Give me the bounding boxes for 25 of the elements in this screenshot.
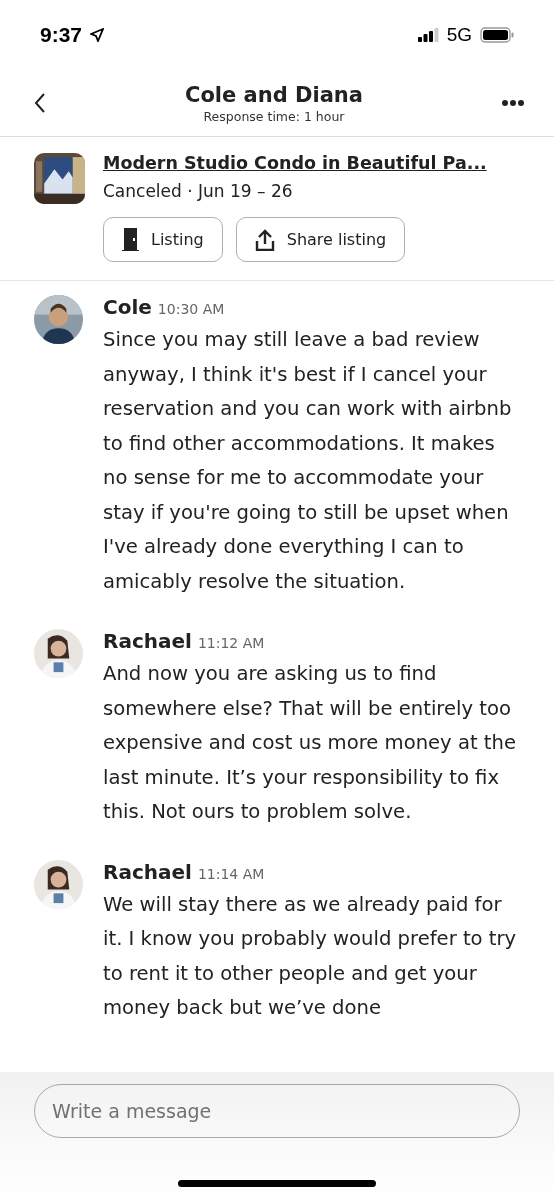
reservation-status: Canceled · Jun 19 – 26 (103, 181, 294, 201)
battery-icon (480, 27, 514, 43)
message-time: 11:12 AM (197, 635, 265, 651)
share-listing-button[interactable]: Share listing (235, 217, 406, 262)
message-time: 11:14 AM (197, 865, 265, 882)
door-icon (122, 228, 139, 251)
sender-name: Rachael (103, 859, 192, 884)
message-text: Since you may still leave a bad review anyway, I think it's best if I cancel your reservation and you can work with airbnb to find other accommodations. It makes no sense for me to accommodate your stay if you're going to still be upset when I've already done everything I can to amicably resolve the situation. (103, 327, 513, 595)
back-button[interactable] (34, 93, 46, 113)
message-text: We will stay there as we already paid for it. I know you probably would prefer to try to rent it to other people and get your money back but we’ve done (103, 891, 518, 1021)
response-time: Response time: 1 hour (203, 108, 345, 124)
location-arrow-icon (90, 28, 105, 42)
share-icon (254, 228, 275, 251)
sender-name: Cole (103, 295, 152, 319)
network-label: 5G (446, 24, 472, 46)
listing-title-link[interactable]: Modern Studio Condo in Beautiful Pa... (103, 153, 487, 173)
conversation-title: Cole and Diana (185, 82, 363, 107)
message-text: And now you are asking us to find somewhere else? That will be entirely too expensive and cost us more money at the last minute. It’s your responsibility to fix this. Not ours to problem solve. (103, 661, 517, 825)
status-time: 9:37 (40, 23, 83, 47)
message-time: 10:30 AM (157, 301, 225, 317)
more-button[interactable] (502, 100, 524, 106)
signal-icon (417, 28, 439, 42)
message-input[interactable]: Write a message (34, 1084, 520, 1138)
listing-button[interactable]: Listing (103, 217, 223, 262)
sender-name: Rachael (103, 629, 192, 653)
